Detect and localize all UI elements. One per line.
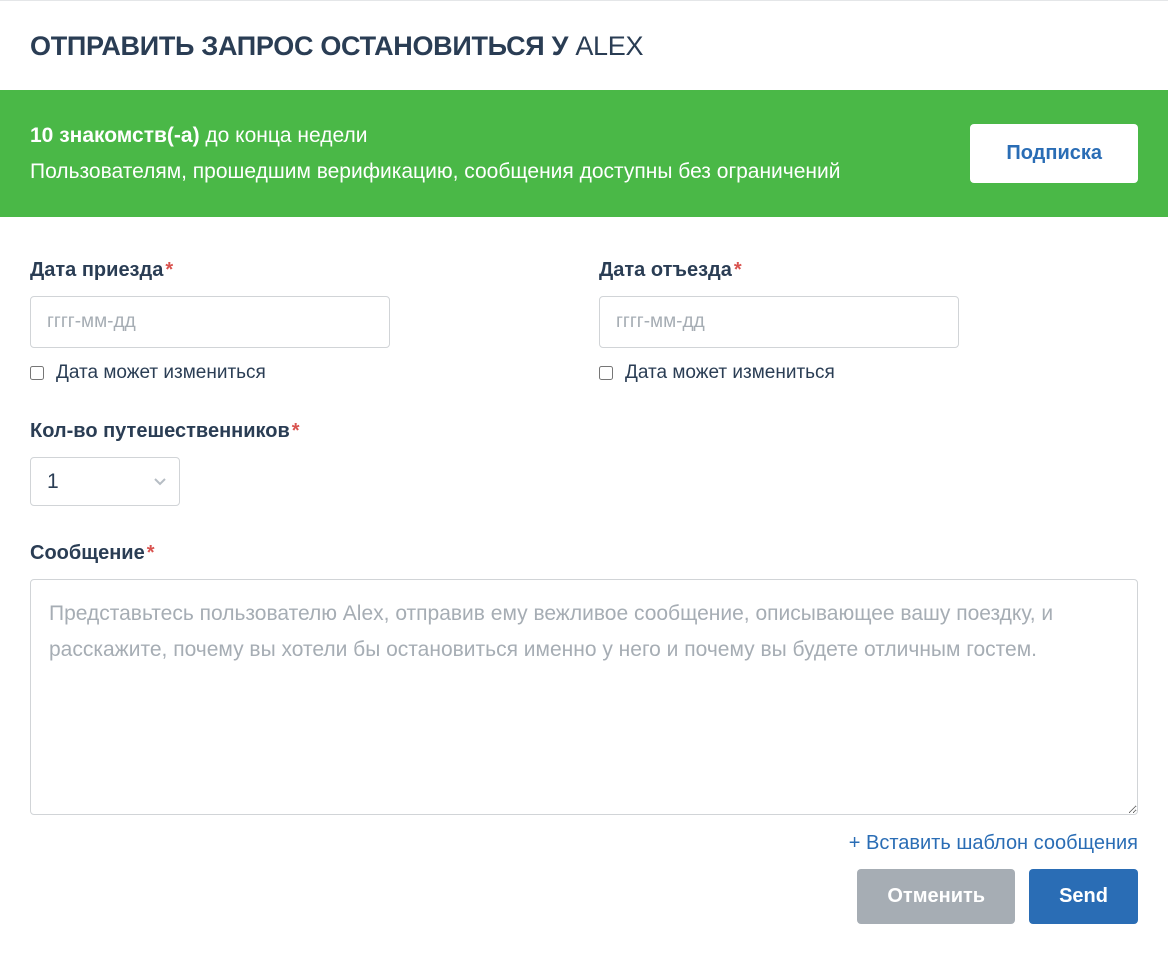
departure-flexible-label: Дата может измениться <box>625 362 835 384</box>
insert-template-link[interactable]: + Вставить шаблон сообщения <box>849 832 1138 855</box>
title-prefix: ОТПРАВИТЬ ЗАПРОС ОСТАНОВИТЬСЯ У <box>30 31 575 61</box>
cancel-button[interactable]: Отменить <box>857 869 1015 924</box>
departure-col: Дата отъезда* Дата может измениться <box>599 259 1138 384</box>
arrival-flexible-checkbox[interactable] <box>30 366 44 380</box>
required-mark: * <box>165 259 173 281</box>
promo-banner: 10 знакомств(-а) до конца недели Пользов… <box>0 90 1168 217</box>
arrival-flexible-label: Дата может измениться <box>56 362 266 384</box>
title-host-name: ALEX <box>575 31 643 61</box>
arrival-col: Дата приезда* Дата может измениться <box>30 259 569 384</box>
departure-date-input[interactable] <box>599 296 959 348</box>
banner-text: 10 знакомств(-а) до конца недели Пользов… <box>30 118 840 189</box>
subscribe-button[interactable]: Подписка <box>970 124 1138 183</box>
send-button[interactable]: Send <box>1029 869 1138 924</box>
travelers-select[interactable]: 1 <box>30 457 180 506</box>
departure-flexible-checkbox[interactable] <box>599 366 613 380</box>
travelers-label: Кол-во путешественников* <box>30 420 1138 443</box>
departure-label: Дата отъезда* <box>599 259 1138 282</box>
message-section: Сообщение* <box>30 542 1138 820</box>
arrival-date-input[interactable] <box>30 296 390 348</box>
banner-rest1: до конца недели <box>200 124 368 147</box>
request-form: Дата приезда* Дата может измениться Дата… <box>0 217 1168 954</box>
message-textarea[interactable] <box>30 579 1138 815</box>
form-footer: + Вставить шаблон сообщения Отменить Sen… <box>30 832 1138 924</box>
travelers-label-text: Кол-во путешественников <box>30 420 290 442</box>
message-label-text: Сообщение <box>30 542 145 564</box>
required-mark: * <box>734 259 742 281</box>
message-label: Сообщение* <box>30 542 1138 565</box>
arrival-label-text: Дата приезда <box>30 259 163 281</box>
banner-line2: Пользователям, прошедшим верификацию, со… <box>30 154 840 190</box>
required-mark: * <box>147 542 155 564</box>
travelers-section: Кол-во путешественников* 1 <box>30 420 1138 506</box>
page-title: ОТПРАВИТЬ ЗАПРОС ОСТАНОВИТЬСЯ У ALEX <box>0 1 1168 90</box>
banner-bold: 10 знакомств(-а) <box>30 124 200 147</box>
departure-label-text: Дата отъезда <box>599 259 732 281</box>
required-mark: * <box>292 420 300 442</box>
arrival-label: Дата приезда* <box>30 259 569 282</box>
